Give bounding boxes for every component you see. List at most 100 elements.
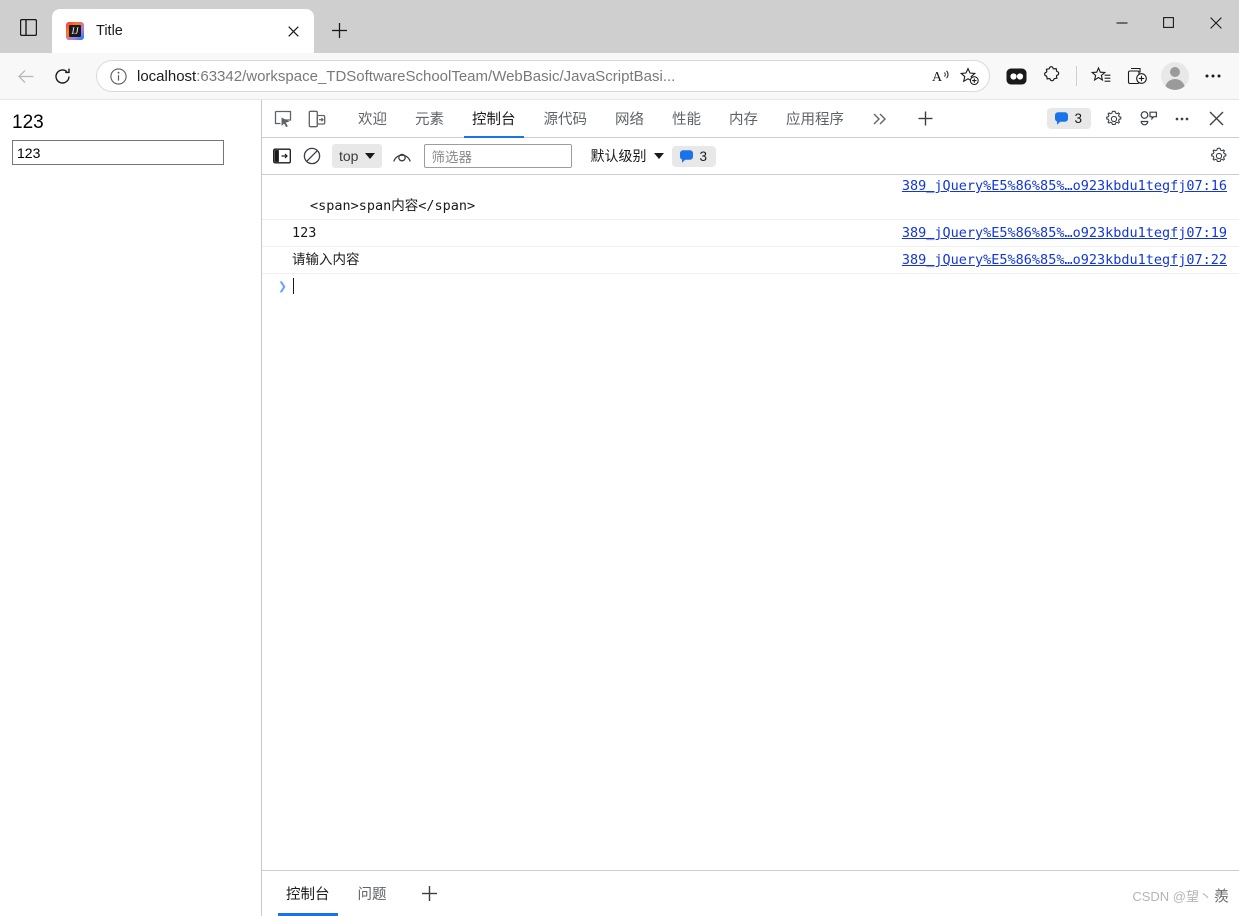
more-tabs-button[interactable] xyxy=(858,100,903,138)
close-devtools-icon[interactable] xyxy=(1201,105,1231,133)
watermark-mark: 羨 xyxy=(1213,888,1229,905)
drawer-tab-issues-label: 问题 xyxy=(357,887,387,903)
gear-icon[interactable] xyxy=(1099,105,1129,133)
log-level-value: 默认级别 xyxy=(590,148,647,164)
filter-input[interactable]: 筛选器 xyxy=(424,144,573,168)
tab-welcome-label: 欢迎 xyxy=(358,112,387,128)
message-bubble-icon xyxy=(1055,112,1069,125)
device-toolbar-icon[interactable] xyxy=(302,105,332,133)
execution-context-selector[interactable]: top xyxy=(332,144,383,168)
page-text-input[interactable] xyxy=(12,140,224,165)
minimize-button[interactable] xyxy=(1098,0,1145,45)
web-page-pane: 123 xyxy=(0,100,262,916)
csdn-watermark: CSDN @望丶 羨 xyxy=(1132,885,1229,906)
chevron-down-icon xyxy=(365,153,376,159)
toolbar-divider xyxy=(1076,66,1077,86)
more-dots-icon[interactable] xyxy=(1167,105,1197,133)
more-options-icon[interactable] xyxy=(1195,58,1231,94)
console-message-source-link[interactable]: 389_jQuery%E5%86%85%…o923kbdu1tegfj07:19 xyxy=(902,223,1227,243)
window-controls xyxy=(1098,0,1239,45)
tab-application[interactable]: 应用程序 xyxy=(772,100,858,138)
new-tab-button[interactable] xyxy=(322,13,356,47)
close-window-button[interactable] xyxy=(1192,0,1239,45)
tab-memory[interactable]: 内存 xyxy=(715,100,772,138)
inspect-element-icon[interactable] xyxy=(268,105,298,133)
drawer-tab-issues[interactable]: 问题 xyxy=(344,871,401,916)
console-message-source-link[interactable]: 389_jQuery%E5%86%85%…o923kbdu1tegfj07:22 xyxy=(902,250,1227,270)
title-bar: IJ Title xyxy=(0,0,1239,53)
bing-copilot-icon[interactable] xyxy=(998,58,1034,94)
filter-placeholder: 筛选器 xyxy=(431,150,472,165)
svg-text:A: A xyxy=(932,70,943,85)
add-tab-button[interactable] xyxy=(903,100,948,138)
tab-performance[interactable]: 性能 xyxy=(658,100,715,138)
tab-console-label: 控制台 xyxy=(472,112,516,128)
console-prompt-arrow: ❯ xyxy=(278,277,288,295)
refresh-icon[interactable] xyxy=(44,58,80,94)
drawer-tab-console[interactable]: 控制台 xyxy=(272,871,344,916)
issues-badge-button[interactable]: 3 xyxy=(1047,108,1091,129)
intellij-idea-favicon: IJ xyxy=(66,22,84,40)
console-message-source-link[interactable]: 389_jQuery%E5%86%85%…o923kbdu1tegfj07:16 xyxy=(902,176,1227,196)
drawer-tab-console-label: 控制台 xyxy=(286,887,330,903)
favicon-glyph: IJ xyxy=(71,26,79,36)
add-favorite-star-icon[interactable] xyxy=(955,62,983,90)
address-bar: localhost:63342/workspace_TDSoftwareScho… xyxy=(0,53,1239,100)
maximize-button[interactable] xyxy=(1145,0,1192,45)
extensions-puzzle-icon[interactable] xyxy=(1034,58,1070,94)
drawer-add-tab-button[interactable] xyxy=(413,871,447,916)
console-prompt-row[interactable]: ❯ xyxy=(262,274,1239,298)
customize-devtools-icon[interactable] xyxy=(1133,105,1163,133)
console-message-row[interactable]: 389_jQuery%E5%86%85%…o923kbdu1tegfj07:16… xyxy=(262,175,1239,220)
tab-welcome[interactable]: 欢迎 xyxy=(344,100,401,138)
omnibox[interactable]: localhost:63342/workspace_TDSoftwareScho… xyxy=(96,60,990,92)
tab-sources[interactable]: 源代码 xyxy=(530,100,602,138)
console-sidebar-icon[interactable] xyxy=(268,143,296,169)
browser-tab[interactable]: IJ Title xyxy=(52,9,314,53)
profile-avatar-icon[interactable] xyxy=(1155,56,1195,96)
console-message-text: 请输入内容 xyxy=(292,252,360,268)
content-area: 123 欢迎 元素 控制台 源代码 网络 性能 xyxy=(0,100,1239,916)
devtools-right-controls: 3 xyxy=(1047,105,1239,133)
console-message-row[interactable]: 请输入内容 389_jQuery%E5%86%85%…o923kbdu1tegf… xyxy=(262,247,1239,274)
devtools-tabs: 欢迎 元素 控制台 源代码 网络 性能 内存 应用程序 xyxy=(344,100,948,138)
context-value: top xyxy=(339,148,359,164)
tab-memory-label: 内存 xyxy=(729,112,758,128)
tab-title: Title xyxy=(96,23,123,39)
avatar xyxy=(1161,62,1189,90)
console-message-text: 123 xyxy=(292,225,317,241)
info-circle-icon[interactable] xyxy=(107,65,129,87)
devtools-panel: 欢迎 元素 控制台 源代码 网络 性能 内存 应用程序 3 top 筛选器 默认… xyxy=(262,100,1239,916)
url-host: localhost xyxy=(137,67,197,85)
console-text-caret xyxy=(293,278,295,294)
console-issues-badge[interactable]: 3 xyxy=(672,145,716,167)
tab-sources-label: 源代码 xyxy=(543,112,588,128)
url-text[interactable]: localhost:63342/workspace_TDSoftwareScho… xyxy=(137,68,927,85)
tab-search-icon[interactable] xyxy=(8,10,48,44)
tab-console[interactable]: 控制台 xyxy=(458,100,530,138)
devtools-tab-bar: 欢迎 元素 控制台 源代码 网络 性能 内存 应用程序 3 xyxy=(262,100,1239,138)
gear-icon[interactable] xyxy=(1205,143,1233,169)
read-aloud-icon[interactable]: A xyxy=(927,62,955,90)
console-message-text: <span>span内容</span> xyxy=(310,198,476,214)
eye-live-expression-icon[interactable] xyxy=(388,143,416,169)
chevron-down-icon xyxy=(654,153,665,159)
collections-icon[interactable] xyxy=(1119,58,1155,94)
back-arrow-icon[interactable] xyxy=(8,58,44,94)
favorites-star-list-icon[interactable] xyxy=(1083,58,1119,94)
message-bubble-icon xyxy=(680,149,694,163)
close-icon[interactable] xyxy=(280,18,306,44)
console-toolbar-right xyxy=(1205,143,1233,169)
console-toolbar: top 筛选器 默认级别 3 xyxy=(262,138,1239,175)
tab-elements[interactable]: 元素 xyxy=(401,100,458,138)
tab-network[interactable]: 网络 xyxy=(601,100,658,138)
issues-count: 3 xyxy=(1074,111,1082,126)
tab-elements-label: 元素 xyxy=(415,112,444,128)
console-message-row[interactable]: 123 389_jQuery%E5%86%85%…o923kbdu1tegfj0… xyxy=(262,220,1239,247)
url-path: :63342/workspace_TDSoftwareSchoolTeam/We… xyxy=(196,67,676,85)
clear-console-icon[interactable] xyxy=(298,143,326,169)
tab-performance-label: 性能 xyxy=(672,112,701,128)
tab-application-label: 应用程序 xyxy=(786,112,844,128)
log-level-selector[interactable]: 默认级别 xyxy=(584,144,670,168)
tab-network-label: 网络 xyxy=(615,112,644,128)
